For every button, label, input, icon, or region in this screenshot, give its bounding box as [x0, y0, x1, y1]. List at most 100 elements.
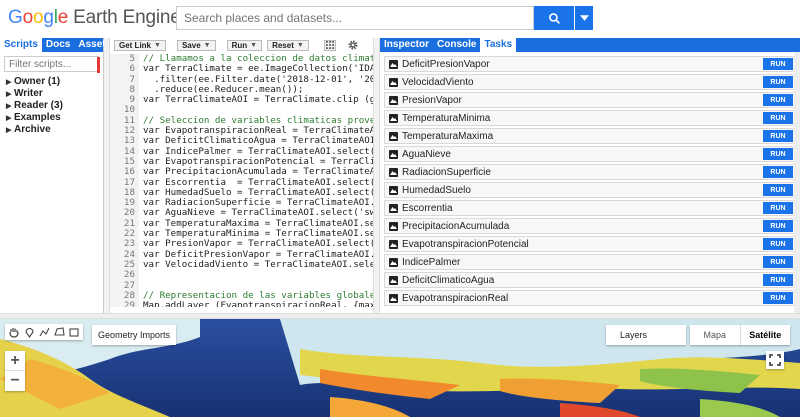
task-name: TemperaturaMinima: [402, 112, 491, 124]
task-run-button[interactable]: RUN: [763, 238, 793, 250]
task-row: AguaNieve RUN: [384, 146, 797, 162]
task-list: DeficitPresionVapor RUN VelocidadViento RUN…: [380, 52, 800, 306]
line-numbers: 5 6 7 8 9 10 11 12 13 14 15 16 17 18 19 20 21 22 23 24 25 26 2…: [110, 54, 139, 307]
earth-engine-logo[interactable]: Google Earth Engine: [8, 7, 181, 29]
task-name: AguaNieve: [402, 148, 451, 160]
task-name: EvapotranspiracionPotencial: [402, 238, 529, 250]
get-link-button[interactable]: Get Link ▼: [114, 39, 166, 51]
image-task-icon: [389, 185, 398, 195]
task-run-button[interactable]: RUN: [763, 184, 793, 196]
task-name: RadiacionSuperficie: [402, 166, 491, 178]
image-task-icon: [389, 203, 398, 213]
tree-item-owner[interactable]: ▶ Owner (1): [0, 76, 103, 88]
task-run-button[interactable]: RUN: [763, 292, 793, 304]
tree-item-examples[interactable]: ▶ Examples: [0, 112, 103, 124]
code-line[interactable]: Map.addLayer (EvapotranspiracionReal, {m…: [143, 300, 373, 307]
tab-scripts[interactable]: Scripts: [0, 38, 42, 52]
code-line[interactable]: var TerraClimateAOI = TerraClimate.clip …: [143, 94, 373, 105]
zoom-out-button[interactable]: −: [5, 371, 25, 391]
task-run-button[interactable]: RUN: [763, 166, 793, 178]
rectangle-icon[interactable]: [68, 326, 80, 338]
task-row: TemperaturaMinima RUN: [384, 110, 797, 126]
task-row: DeficitClimaticoAgua RUN: [384, 272, 797, 288]
code-editor-panel: Get Link ▼ Save ▼ Run ▼ Reset ▼ 5 6 7 8 9 10 11 12 1…: [110, 38, 373, 313]
right-tabs: Inspector Console Tasks: [380, 38, 800, 52]
zoom-in-button[interactable]: +: [5, 351, 25, 371]
filter-box: [4, 56, 100, 73]
task-name: IndicePalmer: [402, 256, 461, 268]
task-run-button[interactable]: RUN: [763, 130, 793, 142]
expand-arrow-icon: ▶: [6, 127, 12, 134]
fullscreen-icon: [769, 354, 781, 366]
tasks-scrollbar[interactable]: [794, 52, 800, 313]
task-run-button[interactable]: RUN: [763, 148, 793, 160]
image-task-icon: [389, 239, 398, 249]
fullscreen-button[interactable]: [766, 351, 784, 369]
task-run-button[interactable]: RUN: [763, 58, 793, 70]
task-row: DeficitPresionVapor RUN: [384, 56, 797, 72]
tasks-panel: Inspector Console Tasks DeficitPresionVa…: [380, 38, 800, 313]
zoom-control: + −: [5, 351, 25, 391]
line-number: 26: [123, 269, 135, 281]
image-task-icon: [389, 77, 398, 87]
tree-item-writer[interactable]: ▶ Writer: [0, 88, 103, 100]
tab-inspector[interactable]: Inspector: [380, 38, 433, 52]
script-tree: ▶ Owner (1) ▶ Writer ▶ Reader (3) ▶ Examples…: [0, 76, 103, 136]
image-task-icon: [389, 149, 398, 159]
run-button[interactable]: Run ▼: [226, 39, 263, 51]
task-run-button[interactable]: RUN: [763, 94, 793, 106]
code-area[interactable]: 5 6 7 8 9 10 11 12 13 14 15 16 17 18 19 20 21 22 23 24 25 26 2…: [110, 54, 373, 307]
task-row: HumedadSuelo RUN: [384, 182, 797, 198]
caret-down-icon: ▼: [250, 41, 258, 49]
tree-item-archive[interactable]: ▶ Archive: [0, 124, 103, 136]
task-run-button[interactable]: RUN: [763, 256, 793, 268]
right-resize-handle[interactable]: [373, 38, 380, 313]
task-run-button[interactable]: RUN: [763, 76, 793, 88]
search-button[interactable]: [534, 6, 574, 30]
task-row: VelocidadViento RUN: [384, 74, 797, 90]
image-task-icon: [389, 257, 398, 267]
map-type-satellite-button[interactable]: Satélite: [741, 325, 791, 345]
save-button[interactable]: Save ▼: [176, 39, 216, 51]
task-name: DeficitPresionVapor: [402, 58, 490, 70]
task-run-button[interactable]: RUN: [763, 220, 793, 232]
polygon-icon[interactable]: [53, 326, 65, 338]
image-task-icon: [389, 275, 398, 285]
gear-icon[interactable]: [347, 39, 359, 51]
map-type-map-button[interactable]: Mapa: [690, 325, 741, 345]
caret-down-icon: ▼: [296, 41, 304, 49]
map-view[interactable]: Geometry Imports Layers Mapa Satélite + …: [0, 319, 800, 417]
task-run-button[interactable]: RUN: [763, 112, 793, 124]
tab-tasks[interactable]: Tasks: [480, 38, 517, 52]
new-script-indicator[interactable]: [97, 57, 100, 73]
task-name: PrecipitacionAcumulada: [402, 220, 510, 232]
tree-item-reader[interactable]: ▶ Reader (3): [0, 100, 103, 112]
hand-icon[interactable]: [8, 326, 20, 338]
marker-icon[interactable]: [23, 326, 35, 338]
left-tabs: Scripts Docs Assets: [0, 38, 111, 52]
apps-grid-icon[interactable]: [323, 39, 336, 51]
tab-docs[interactable]: Docs: [42, 38, 74, 52]
editor-toolbar: Get Link ▼ Save ▼ Run ▼ Reset ▼: [110, 38, 373, 52]
task-row: IndicePalmer RUN: [384, 254, 797, 270]
search-options-button[interactable]: [575, 6, 593, 30]
layers-button[interactable]: Layers: [606, 325, 686, 345]
task-row: Escorrentia RUN: [384, 200, 797, 216]
reset-button[interactable]: Reset ▼: [267, 39, 309, 51]
search-input[interactable]: [177, 7, 533, 29]
search-box: [176, 6, 534, 30]
image-task-icon: [389, 221, 398, 231]
map-type-toggle: Mapa Satélite: [690, 325, 790, 345]
code-line[interactable]: var VelocidadViento = TerraClimateAOI.se…: [143, 259, 373, 270]
task-run-button[interactable]: RUN: [763, 202, 793, 214]
filter-scripts-input[interactable]: [5, 57, 98, 71]
code-lines[interactable]: // Llamamos a la coleccion de datos clim…: [143, 54, 373, 307]
caret-down-icon: ▼: [203, 41, 211, 49]
task-name: HumedadSuelo: [402, 184, 471, 196]
code-line[interactable]: [143, 270, 373, 280]
task-run-button[interactable]: RUN: [763, 274, 793, 286]
tab-console[interactable]: Console: [433, 38, 480, 52]
task-name: Escorrentia: [402, 202, 453, 214]
line-icon[interactable]: [38, 326, 50, 338]
geometry-imports-button[interactable]: Geometry Imports: [92, 325, 177, 345]
